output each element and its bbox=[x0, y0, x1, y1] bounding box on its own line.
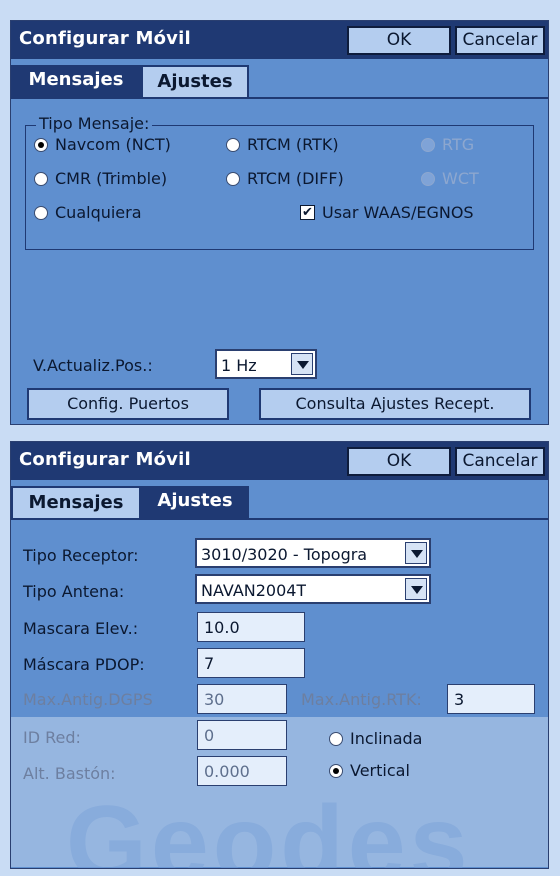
radio-icon bbox=[329, 732, 343, 746]
elevation-mask-label: Mascara Elev.: bbox=[23, 619, 139, 638]
tab-strip: Mensajes Ajustes bbox=[11, 480, 548, 520]
group-label: Tipo Mensaje: bbox=[36, 114, 153, 133]
pdop-mask-input[interactable] bbox=[198, 649, 304, 677]
cancel-button[interactable]: Cancelar bbox=[455, 447, 545, 476]
config-ports-button[interactable]: Config. Puertos bbox=[27, 388, 229, 420]
antenna-type-select[interactable]: NAVAN2004T bbox=[195, 574, 431, 604]
checkbox-checked-icon: ✔ bbox=[300, 205, 315, 220]
pole-height-field[interactable] bbox=[197, 756, 287, 786]
ok-button[interactable]: OK bbox=[347, 447, 451, 476]
radio-wct: WCT bbox=[421, 168, 501, 190]
radio-label: RTG bbox=[442, 135, 475, 154]
pdop-mask-field[interactable] bbox=[197, 648, 305, 678]
radio-rtcm-rtk[interactable]: RTCM (RTK) bbox=[226, 134, 386, 156]
ajustes-panel: Geodes Tipo Receptor: 3010/3020 - Topogr… bbox=[11, 522, 548, 868]
radio-label: Vertical bbox=[350, 761, 410, 780]
mensajes-panel: Tipo Mensaje: Navcom (NCT) RTCM (RTK) RT… bbox=[11, 101, 548, 424]
select-value: 1 Hz bbox=[221, 356, 257, 375]
antenna-type-label: Tipo Antena: bbox=[23, 582, 125, 601]
max-age-rtk-field[interactable] bbox=[447, 684, 535, 714]
radio-icon bbox=[34, 172, 48, 186]
max-age-rtk-label: Max.Antig.RTK: bbox=[301, 690, 422, 709]
radio-label: CMR (Trimble) bbox=[55, 169, 168, 188]
max-age-dgps-field[interactable] bbox=[197, 684, 287, 714]
radio-label: RTCM (RTK) bbox=[247, 135, 339, 154]
update-rate-label: V.Actualiz.Pos.: bbox=[33, 356, 153, 375]
chevron-down-icon[interactable] bbox=[405, 542, 427, 564]
chevron-down-icon[interactable] bbox=[405, 578, 427, 600]
radio-vertical[interactable]: Vertical bbox=[329, 760, 469, 782]
update-rate-select[interactable]: 1 Hz bbox=[215, 349, 317, 379]
dialog-title: Configurar Móvil bbox=[19, 449, 191, 470]
radio-cmr[interactable]: CMR (Trimble) bbox=[34, 168, 214, 190]
max-age-rtk-input[interactable] bbox=[448, 685, 534, 713]
radio-icon bbox=[226, 138, 240, 152]
pdop-mask-label: Máscara PDOP: bbox=[23, 655, 145, 674]
pole-height-label: Alt. Bastón: bbox=[23, 764, 116, 783]
network-id-input[interactable] bbox=[198, 721, 286, 749]
receiver-type-label: Tipo Receptor: bbox=[23, 546, 139, 565]
dialog-title: Configurar Móvil bbox=[19, 28, 191, 49]
receiver-type-select[interactable]: 3010/3020 - Topogra bbox=[195, 538, 431, 568]
title-bar: Configurar Móvil OK Cancelar bbox=[11, 442, 548, 480]
tab-mensajes[interactable]: Mensajes bbox=[11, 65, 141, 97]
max-age-dgps-input[interactable] bbox=[198, 685, 286, 713]
max-age-dgps-label: Max.Antig.DGPS bbox=[23, 690, 153, 709]
select-value: NAVAN2004T bbox=[201, 581, 307, 600]
elevation-mask-field[interactable] bbox=[197, 612, 305, 642]
radio-icon bbox=[226, 172, 240, 186]
tab-mensajes[interactable]: Mensajes bbox=[11, 486, 141, 518]
radio-checked-icon bbox=[329, 764, 343, 778]
radio-rtg: RTG bbox=[421, 134, 501, 156]
waas-egnos-checkbox[interactable]: ✔ Usar WAAS/EGNOS bbox=[300, 202, 525, 224]
tab-ajustes[interactable]: Ajustes bbox=[141, 486, 249, 518]
watermark-text: Geodes bbox=[66, 785, 472, 869]
radio-cualquiera[interactable]: Cualquiera bbox=[34, 202, 194, 224]
tab-ajustes[interactable]: Ajustes bbox=[141, 65, 249, 97]
radio-label: WCT bbox=[442, 169, 479, 188]
network-id-label: ID Red: bbox=[23, 728, 81, 747]
radio-icon bbox=[34, 206, 48, 220]
radio-label: Inclinada bbox=[350, 729, 423, 748]
radio-icon bbox=[421, 138, 435, 152]
title-bar: Configurar Móvil OK Cancelar bbox=[11, 21, 548, 59]
pole-height-input[interactable] bbox=[198, 757, 286, 785]
radio-label: RTCM (DIFF) bbox=[247, 169, 344, 188]
query-receiver-settings-button[interactable]: Consulta Ajustes Recept. bbox=[259, 388, 531, 420]
checkbox-label: Usar WAAS/EGNOS bbox=[322, 203, 474, 222]
elevation-mask-input[interactable] bbox=[198, 613, 304, 641]
message-type-group: Tipo Mensaje: Navcom (NCT) RTCM (RTK) RT… bbox=[25, 114, 534, 250]
chevron-down-icon[interactable] bbox=[291, 353, 313, 375]
radio-navcom[interactable]: Navcom (NCT) bbox=[34, 134, 214, 156]
radio-label: Navcom (NCT) bbox=[55, 135, 171, 154]
radio-rtcm-diff[interactable]: RTCM (DIFF) bbox=[226, 168, 396, 190]
select-value: 3010/3020 - Topogra bbox=[201, 545, 368, 564]
cancel-button[interactable]: Cancelar bbox=[455, 26, 545, 55]
config-dialog-mensajes: Configurar Móvil OK Cancelar Mensajes Aj… bbox=[10, 20, 549, 425]
network-id-field[interactable] bbox=[197, 720, 287, 750]
radio-inclinada[interactable]: Inclinada bbox=[329, 728, 469, 750]
config-dialog-ajustes: Configurar Móvil OK Cancelar Mensajes Aj… bbox=[10, 441, 549, 869]
tab-strip: Mensajes Ajustes bbox=[11, 59, 548, 99]
radio-checked-icon bbox=[34, 138, 48, 152]
ok-button[interactable]: OK bbox=[347, 26, 451, 55]
radio-icon bbox=[421, 172, 435, 186]
radio-label: Cualquiera bbox=[55, 203, 142, 222]
